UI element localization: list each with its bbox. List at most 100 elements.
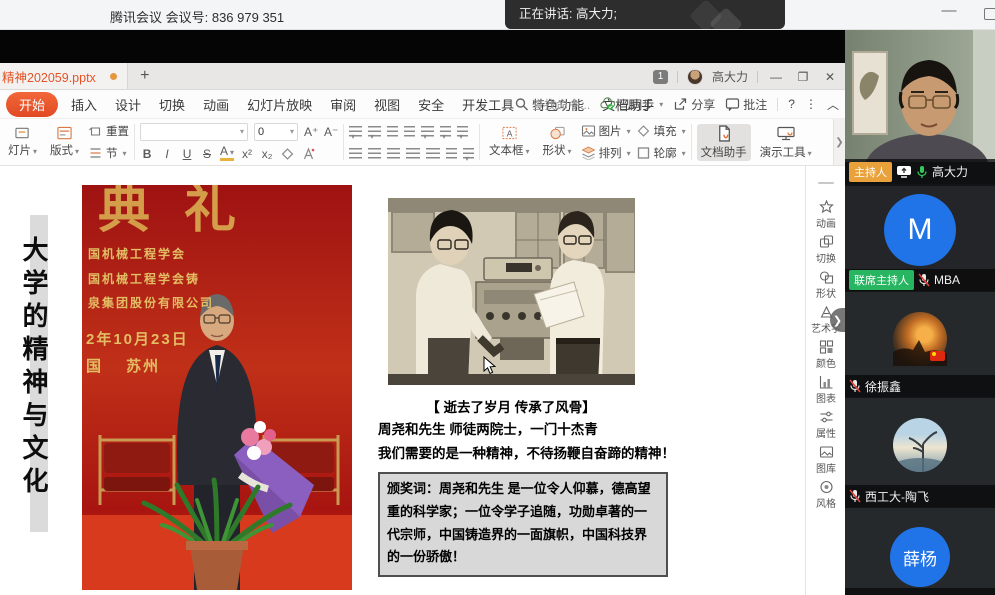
numbering-icon[interactable] — [368, 126, 381, 137]
align-center-icon[interactable] — [368, 148, 381, 159]
doc-assistant-button[interactable]: 文档助手 — [697, 124, 751, 161]
ribbon-tab-design[interactable]: 设计 — [106, 91, 150, 118]
subscript-button[interactable]: x₂ — [260, 147, 274, 161]
layout-button[interactable]: 版式 — [46, 125, 83, 159]
ribbon-tab-home[interactable]: 开始 — [6, 92, 58, 117]
bold-button[interactable]: B — [140, 147, 154, 161]
slide-canvas[interactable]: 大学的精神与文化 — [0, 166, 805, 595]
underline-button[interactable]: U — [180, 147, 194, 161]
sync-status-button[interactable]: 已同步 — [600, 96, 663, 113]
text-effect-icon[interactable] — [280, 147, 295, 161]
participant-name: MBA — [934, 273, 960, 287]
align-left-icon[interactable] — [349, 148, 362, 159]
toolbar-scroll-right-button[interactable]: ❯ — [833, 119, 845, 165]
wps-minimize-button[interactable]: — — [767, 70, 785, 84]
meeting-minimize-button[interactable]: — — [938, 2, 960, 19]
photo-caption[interactable]: 【 逝去了岁月 传承了风骨】 — [380, 396, 642, 416]
increase-font-button[interactable]: A⁺ — [304, 125, 318, 139]
indent-icon[interactable] — [404, 126, 415, 137]
ribbon-tab-review[interactable]: 审阅 — [321, 91, 365, 118]
paragraph-spacing-icon[interactable] — [463, 148, 474, 159]
panel-shapes-icon — [819, 270, 834, 284]
strikethrough-button[interactable]: S — [200, 147, 214, 161]
new-tab-button[interactable]: + — [128, 63, 162, 89]
historic-lab-photo[interactable] — [388, 198, 635, 385]
ribbon-tab-transitions[interactable]: 切换 — [150, 91, 194, 118]
participant-name: 徐振鑫 — [865, 378, 901, 395]
font-name-combo[interactable]: ▾ — [140, 123, 248, 141]
ribbon-tab-devtools[interactable]: 开发工具 — [453, 91, 523, 118]
meeting-restore-button[interactable] — [984, 8, 995, 20]
panel-item-gallery[interactable]: 图库 — [806, 445, 846, 475]
award-citation-box[interactable]: 颁奖词：周尧和先生 是一位令人仰慕，德高望重的科学家；一位令学子追随，功勋卓著的… — [378, 472, 668, 577]
avatar-photo-tree — [893, 418, 947, 472]
screen-sharing-icon — [896, 165, 912, 178]
comment-icon — [725, 97, 740, 111]
panel-handle[interactable] — [818, 182, 834, 184]
character-effects-icon[interactable] — [301, 147, 316, 161]
cohost-badge: 联席主持人 — [849, 270, 914, 290]
award-ceremony-photo[interactable]: 典礼 国机械工程学会 国机械工程学会铸 泉集团股份有限公司 2年10月23日 国… — [82, 185, 352, 590]
panel-item-colors[interactable]: 颜色 — [806, 340, 846, 370]
vertical-align-icon[interactable] — [446, 148, 457, 159]
picture-button[interactable]: 图片 — [581, 123, 631, 139]
panel-item-style[interactable]: 风格 — [806, 480, 846, 510]
superscript-button[interactable]: x² — [240, 147, 254, 161]
participant-tile-mba[interactable]: M 联席主持人 MBA — [845, 186, 995, 291]
arrange-button[interactable]: 排列 — [581, 145, 631, 161]
share-button[interactable]: 分享 — [673, 96, 715, 113]
textbox-button[interactable]: A 文本框 — [485, 125, 534, 159]
text-direction-icon[interactable] — [421, 126, 434, 137]
bullets-icon[interactable] — [349, 126, 362, 137]
tree-painting-art — [893, 418, 947, 472]
shapes-button[interactable]: 形状 — [539, 125, 576, 159]
new-slide-button[interactable]: 灯片 — [4, 125, 41, 159]
account-avatar[interactable] — [687, 69, 703, 85]
ribbon-tab-slideshow[interactable]: 幻灯片放映 — [238, 91, 321, 118]
section-button[interactable]: 节 — [88, 145, 129, 161]
font-size-combo[interactable]: 0▾ — [254, 123, 298, 141]
help-button[interactable]: ? — [788, 97, 795, 111]
comment-button[interactable]: 批注 — [725, 96, 767, 113]
command-search[interactable]: 查找命令... — [514, 96, 590, 113]
fill-button[interactable]: 填充 — [636, 123, 686, 139]
outline-icon — [636, 146, 651, 160]
collapse-ribbon-button[interactable]: ︿ — [827, 96, 839, 113]
collaborator-count-badge[interactable]: 1 — [653, 70, 668, 84]
ribbon-tab-view[interactable]: 视图 — [365, 91, 409, 118]
decrease-font-button[interactable]: A⁻ — [324, 125, 338, 139]
panel-item-properties[interactable]: 属性 — [806, 410, 846, 440]
line-spacing-icon[interactable] — [457, 126, 468, 137]
slide-vertical-title[interactable]: 大学的精神与文化 — [15, 236, 52, 536]
charts-icon — [819, 375, 834, 389]
distribute-icon[interactable] — [426, 148, 440, 159]
reset-button[interactable]: 重置 — [88, 123, 129, 139]
participant-tile-gaodali[interactable]: 主持人 高大力 — [845, 30, 995, 184]
ribbon-tab-animations[interactable]: 动画 — [194, 91, 238, 118]
participant-name: 西工大-陶飞 — [865, 488, 929, 505]
justify-icon[interactable] — [406, 148, 420, 159]
participant-tile-taofei[interactable]: 西工大-陶飞 — [845, 398, 995, 507]
wps-close-button[interactable]: ✕ — [821, 70, 839, 84]
outline-button[interactable]: 轮廓 — [636, 145, 686, 161]
document-tab[interactable]: 精神202059.pptx — [0, 63, 128, 89]
slide-text-line-1[interactable]: 周尧和先生 师徒两院士，一门十杰青 — [378, 418, 598, 438]
presentation-tools-button[interactable]: 演示工具 — [756, 124, 816, 161]
panel-item-charts[interactable]: 图表 — [806, 375, 846, 405]
slide-text-line-2[interactable]: 我们需要的是一种精神，不待扬鞭自奋蹄的精神！ — [378, 442, 675, 462]
participant-tile-xueyang[interactable]: 薛杨 — [845, 508, 995, 595]
panel-item-transition[interactable]: 切换 — [806, 235, 846, 265]
panel-item-animation[interactable]: 动画 — [806, 200, 846, 230]
wps-restore-button[interactable]: ❐ — [794, 70, 812, 84]
italic-button[interactable]: I — [160, 147, 174, 161]
columns-icon[interactable] — [440, 126, 451, 137]
outdent-icon[interactable] — [387, 126, 398, 137]
align-right-icon[interactable] — [387, 148, 400, 159]
mic-muted-icon — [849, 489, 861, 503]
ribbon-tab-security[interactable]: 安全 — [409, 91, 453, 118]
panel-item-shapes[interactable]: 形状 — [806, 270, 846, 300]
ribbon-tab-insert[interactable]: 插入 — [62, 91, 106, 118]
participant-tile-xuzhenxin[interactable]: 徐振鑫 — [845, 292, 995, 397]
more-menu-button[interactable]: ⋮ — [805, 97, 817, 111]
font-color-button[interactable]: A — [220, 146, 234, 161]
